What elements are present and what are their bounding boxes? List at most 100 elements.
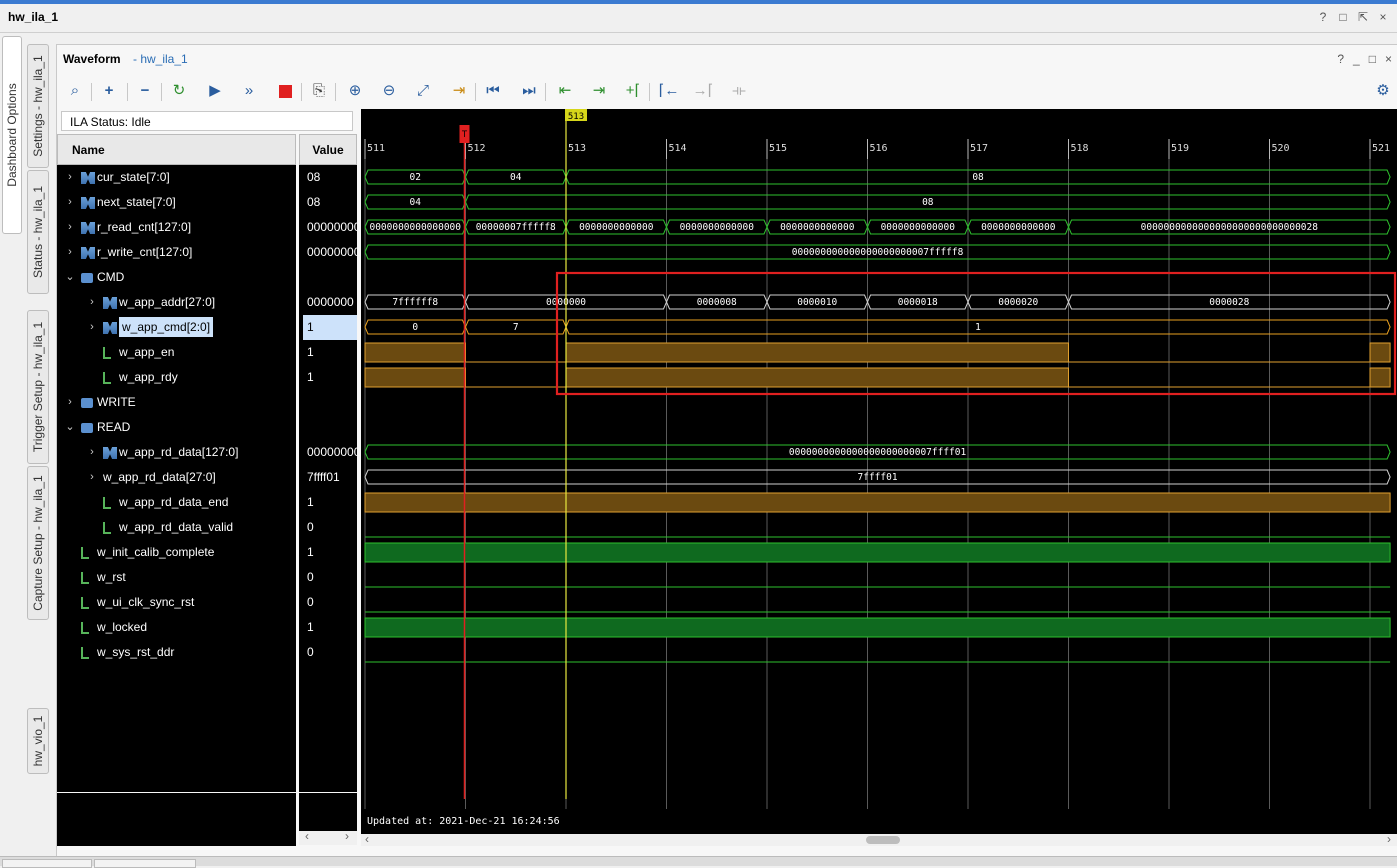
stop-icon[interactable] [273, 79, 297, 103]
expand-chevron-icon[interactable]: › [65, 390, 75, 415]
settings-gear-icon[interactable]: ⚙ [1371, 79, 1395, 103]
panel-help-icon[interactable]: ? [1337, 52, 1344, 66]
signal-value: 1 [307, 495, 314, 509]
signal-name: w_app_rdy [119, 370, 178, 384]
bus-signal-icon [103, 297, 117, 309]
tick-label: 518 [1071, 143, 1089, 154]
signal-row[interactable]: › cur_state[7:0] [57, 165, 296, 190]
signal-row[interactable]: w_app_rdy [57, 365, 296, 390]
signal-row[interactable]: w_init_calib_complete [57, 540, 296, 565]
bottom-tab[interactable] [94, 859, 196, 868]
previous-marker-icon[interactable]: ⌈← [657, 79, 681, 103]
value-list-footer [299, 793, 357, 831]
bus-value-label: 0000000000000000000000007ffff01 [789, 447, 967, 458]
bus-value-label: 7ffffff8 [392, 297, 438, 308]
signal-row[interactable]: w_app_rd_data_end [57, 490, 296, 515]
go-to-last-time-icon[interactable]: ⏭ [517, 79, 541, 103]
collapse-chevron-icon[interactable]: ⌄ [65, 415, 75, 440]
expand-chevron-icon[interactable]: › [65, 190, 75, 215]
zoom-out-icon[interactable]: ⊖ [377, 79, 401, 103]
signal-value-list: 08 08 00000000 00000000 0000000 1 1 1 00000000 7f… [299, 165, 357, 792]
expand-chevron-icon[interactable]: › [87, 465, 97, 490]
tick-label: 513 [568, 143, 586, 154]
export-icon[interactable]: ⎘ [307, 79, 331, 103]
bit-signal-icon [81, 647, 89, 659]
bus-value-label: 0000008 [697, 297, 737, 308]
signal-row[interactable]: › r_write_cnt[127:0] [57, 240, 296, 265]
tick-label: 519 [1171, 143, 1189, 154]
next-transition-icon[interactable]: ⇥ [587, 79, 611, 103]
signal-row[interactable]: w_sys_rst_ddr [57, 640, 296, 665]
tab-capture-setup[interactable]: Capture Setup - hw_ila_1 [27, 466, 49, 620]
add-marker-icon[interactable]: +⌈ [621, 79, 645, 103]
waveform-svg: 511 512 513 514 515 516 517 518 519 520 521 02 04 08 0… [364, 109, 1397, 809]
zoom-fit-icon[interactable]: ⤢ [411, 79, 435, 103]
tab-trigger-setup[interactable]: Trigger Setup - hw_ila_1 [27, 310, 49, 464]
bus-value-label: 0000000000000 [579, 222, 654, 233]
float-icon[interactable]: ⇱ [1357, 10, 1369, 24]
signal-row[interactable]: › w_app_cmd[2:0] [57, 315, 296, 340]
run-immediate-icon[interactable]: » [237, 79, 261, 103]
expand-chevron-icon[interactable]: › [87, 290, 97, 315]
expand-chevron-icon[interactable]: › [65, 165, 75, 190]
signal-row[interactable]: › w_app_rd_data[27:0] [57, 465, 296, 490]
expand-chevron-icon[interactable]: › [65, 215, 75, 240]
signal-row[interactable]: w_locked [57, 615, 296, 640]
value-column-header[interactable]: Value [299, 134, 357, 165]
tab-status[interactable]: Status - hw_ila_1 [27, 170, 49, 294]
bit-signal-icon [103, 522, 111, 534]
signal-row[interactable]: w_ui_clk_sync_rst [57, 590, 296, 615]
panel-close-icon[interactable]: × [1385, 52, 1392, 66]
signal-row[interactable]: › r_read_cnt[127:0] [57, 215, 296, 240]
bus-value-label: 0000018 [898, 297, 938, 308]
signal-row[interactable]: › WRITE [57, 390, 296, 415]
search-icon[interactable]: ⌕ [63, 79, 87, 103]
signal-name: w_app_rd_data_end [119, 495, 229, 509]
signal-row[interactable]: w_rst [57, 565, 296, 590]
value-scrollbar[interactable]: ‹ › [299, 829, 357, 845]
run-trigger-icon[interactable]: ▶ [203, 79, 227, 103]
zoom-in-icon[interactable]: ⊕ [343, 79, 367, 103]
bit-signal-icon [81, 622, 89, 634]
expand-chevron-icon[interactable]: › [87, 440, 97, 465]
swap-cursors-icon[interactable]: ⟛ [727, 79, 751, 103]
add-icon[interactable]: + [97, 79, 121, 103]
go-to-time-zero-icon[interactable]: ⏮ [481, 79, 505, 103]
expand-chevron-icon[interactable]: › [87, 315, 97, 340]
bottom-tab[interactable] [2, 859, 92, 868]
collapse-chevron-icon[interactable]: ⌄ [65, 265, 75, 290]
tab-label: Dashboard Options [5, 83, 19, 187]
next-marker-icon[interactable]: →⌈ [691, 79, 715, 103]
updated-at-label: Updated at: 2021-Dec-21 16:24:56 [367, 816, 560, 827]
scroll-thumb[interactable] [866, 836, 900, 844]
previous-transition-icon[interactable]: ⇤ [553, 79, 577, 103]
close-icon[interactable]: × [1377, 10, 1389, 24]
signal-value: 08 [307, 195, 321, 209]
signal-row[interactable]: ⌄ CMD [57, 265, 296, 290]
signal-value: 1 [307, 370, 314, 384]
name-column-header[interactable]: Name [57, 134, 296, 165]
signal-row[interactable]: › w_app_addr[27:0] [57, 290, 296, 315]
panel-maximize-icon[interactable]: □ [1369, 52, 1376, 66]
panel-minimize-icon[interactable]: _ [1353, 52, 1360, 66]
signal-row[interactable]: w_app_rd_data_valid [57, 515, 296, 540]
signal-value: 0 [307, 570, 314, 584]
tick-label: 514 [669, 143, 687, 154]
signal-row[interactable]: ⌄ READ [57, 415, 296, 440]
waveform-canvas[interactable]: 511 512 513 514 515 516 517 518 519 520 521 02 04 08 0… [361, 109, 1397, 834]
signal-value: 0 [307, 520, 314, 534]
tab-label: hw_vio_1 [31, 715, 45, 767]
tab-hw-vio[interactable]: hw_vio_1 [27, 708, 49, 774]
signal-row[interactable]: › w_app_rd_data[127:0] [57, 440, 296, 465]
signal-row[interactable]: › next_state[7:0] [57, 190, 296, 215]
refresh-icon[interactable]: ↻ [167, 79, 191, 103]
remove-icon[interactable]: − [133, 79, 157, 103]
help-icon[interactable]: ? [1317, 10, 1329, 24]
expand-chevron-icon[interactable]: › [65, 240, 75, 265]
waveform-horizontal-scrollbar[interactable]: ‹ › [361, 832, 1397, 846]
tab-settings[interactable]: Settings - hw_ila_1 [27, 44, 49, 168]
restore-icon[interactable]: □ [1337, 10, 1349, 24]
go-to-cursor-icon[interactable]: ⇥ [447, 79, 471, 103]
signal-row[interactable]: w_app_en [57, 340, 296, 365]
tab-dashboard-options[interactable]: Dashboard Options [2, 36, 22, 234]
